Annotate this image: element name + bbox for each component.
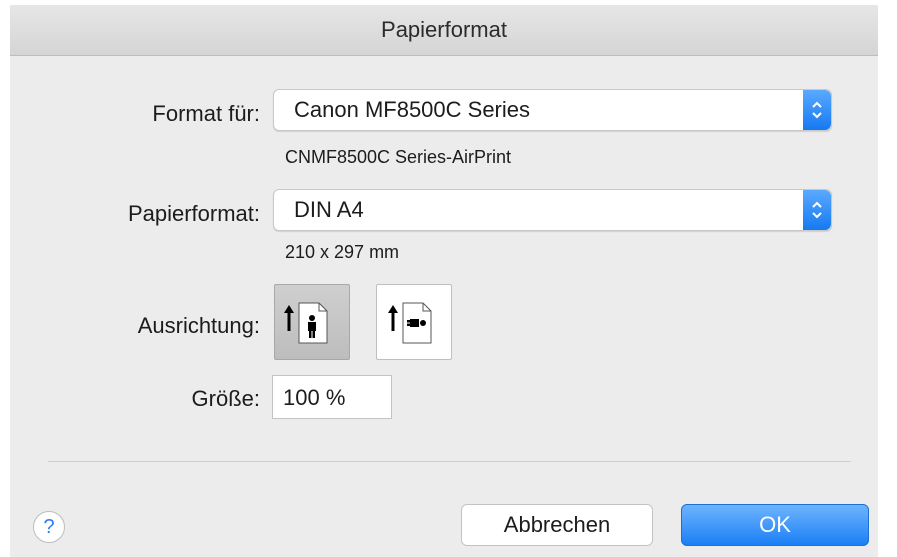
landscape-icon [388, 302, 432, 344]
scale-label: Größe: [191, 386, 260, 411]
ok-button[interactable]: OK [681, 504, 869, 546]
paper-size-popup[interactable]: DIN A4 [273, 189, 832, 231]
format-for-value: Canon MF8500C Series [294, 97, 531, 122]
chevron-up-down-icon [803, 190, 831, 230]
format-for-popup[interactable]: Canon MF8500C Series [273, 89, 832, 131]
paper-size-value: DIN A4 [294, 197, 364, 222]
dialog-title: Papierformat [10, 5, 878, 56]
cancel-button[interactable]: Abbrechen [461, 504, 653, 546]
orientation-label: Ausrichtung: [137, 313, 260, 338]
printer-detail: CNMF8500C Series-AirPrint [285, 147, 512, 167]
orientation-portrait-button[interactable] [274, 284, 350, 360]
portrait-icon [284, 302, 328, 344]
paper-size-label: Papierformat: [127, 201, 260, 226]
orientation-landscape-button[interactable] [376, 284, 452, 360]
scale-input[interactable]: 100 % [272, 375, 392, 419]
format-for-label: Format für: [152, 101, 260, 126]
page-setup-dialog: Papierformat Format für: Canon MF8500C S… [10, 5, 878, 557]
chevron-up-down-icon [803, 90, 831, 130]
help-button[interactable]: ? [33, 511, 65, 543]
paper-size-detail: 210 x 297 mm [285, 242, 400, 262]
divider [48, 461, 851, 462]
